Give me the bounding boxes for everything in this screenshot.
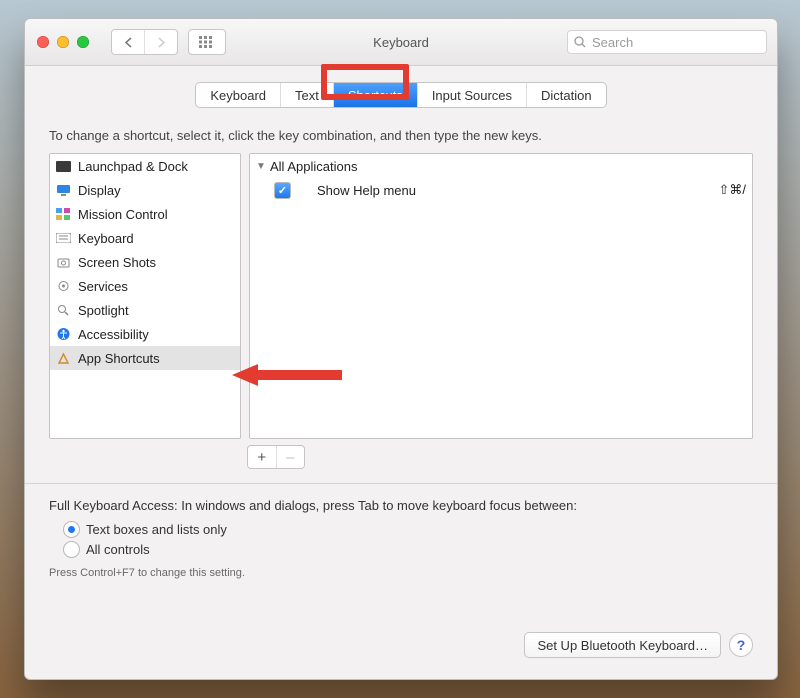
minimize-icon[interactable] (57, 36, 69, 48)
panes: Launchpad & Dock Display Mission Control… (49, 153, 753, 439)
sidebar-item-launchpad[interactable]: Launchpad & Dock (50, 154, 240, 178)
instruction-text: To change a shortcut, select it, click t… (49, 128, 753, 143)
services-icon (56, 280, 71, 293)
traffic-lights (37, 36, 89, 48)
divider (25, 483, 777, 484)
search-input[interactable]: Search (567, 30, 767, 54)
launchpad-icon (56, 160, 71, 173)
add-remove-buttons: + – (247, 445, 305, 469)
apps-icon (56, 352, 71, 365)
bottom-bar: Set Up Bluetooth Keyboard… ? (49, 605, 753, 669)
close-icon[interactable] (37, 36, 49, 48)
disclosure-triangle-icon[interactable]: ▼ (256, 161, 266, 172)
sidebar-item-app-shortcuts[interactable]: App Shortcuts (50, 346, 240, 370)
sidebar-item-mission-control[interactable]: Mission Control (50, 202, 240, 226)
category-list[interactable]: Launchpad & Dock Display Mission Control… (49, 153, 241, 439)
tab-shortcuts[interactable]: Shortcuts (334, 83, 418, 107)
titlebar: Keyboard Search (25, 19, 777, 66)
nav-back-forward (111, 29, 178, 55)
tab-text[interactable]: Text (281, 83, 334, 107)
search-placeholder: Search (592, 35, 633, 50)
sidebar-item-services[interactable]: Services (50, 274, 240, 298)
accessibility-icon (56, 328, 71, 341)
remove-button: – (276, 446, 305, 468)
fka-heading: Full Keyboard Access: In windows and dia… (49, 498, 753, 513)
search-icon (574, 36, 586, 48)
fka-option-textboxes[interactable]: Text boxes and lists only (63, 519, 753, 539)
sidebar-item-accessibility[interactable]: Accessibility (50, 322, 240, 346)
shortcut-row[interactable]: ✓ Show Help menu ⇧⌘/ (250, 178, 752, 202)
preferences-window: Keyboard Search Keyboard Text Shortcuts … (24, 18, 778, 680)
spotlight-icon (56, 304, 71, 317)
fka-option-allcontrols[interactable]: All controls (63, 539, 753, 559)
help-button[interactable]: ? (729, 633, 753, 657)
tab-dictation[interactable]: Dictation (527, 83, 606, 107)
shortcut-list[interactable]: ▼ All Applications ✓ Show Help menu ⇧⌘/ (249, 153, 753, 439)
keyboard-icon (56, 232, 71, 245)
mission-icon (56, 208, 71, 221)
radio-icon[interactable] (63, 541, 80, 558)
tab-input-sources[interactable]: Input Sources (418, 83, 527, 107)
tab-keyboard[interactable]: Keyboard (196, 83, 281, 107)
shortcut-checkbox[interactable]: ✓ (274, 182, 291, 199)
sidebar-item-screenshots[interactable]: Screen Shots (50, 250, 240, 274)
shortcut-keys[interactable]: ⇧⌘/ (718, 182, 746, 198)
shortcut-label: Show Help menu (317, 183, 416, 198)
tabs-row: Keyboard Text Shortcuts Input Sources Di… (25, 66, 777, 124)
forward-button[interactable] (144, 30, 177, 54)
radio-icon[interactable] (63, 521, 80, 538)
screenshots-icon (56, 256, 71, 269)
bluetooth-keyboard-button[interactable]: Set Up Bluetooth Keyboard… (524, 632, 721, 658)
sidebar-item-display[interactable]: Display (50, 178, 240, 202)
shortcut-group-label: All Applications (270, 159, 357, 174)
body: To change a shortcut, select it, click t… (25, 124, 777, 679)
zoom-icon[interactable] (77, 36, 89, 48)
fka-hint: Press Control+F7 to change this setting. (49, 567, 753, 579)
display-icon (56, 184, 71, 197)
sidebar-item-keyboard[interactable]: Keyboard (50, 226, 240, 250)
sidebar-item-spotlight[interactable]: Spotlight (50, 298, 240, 322)
show-all-button[interactable] (188, 29, 226, 55)
shortcut-group-row[interactable]: ▼ All Applications (250, 154, 752, 178)
tabs: Keyboard Text Shortcuts Input Sources Di… (195, 82, 606, 108)
add-button[interactable]: + (248, 446, 276, 468)
back-button[interactable] (112, 30, 144, 54)
